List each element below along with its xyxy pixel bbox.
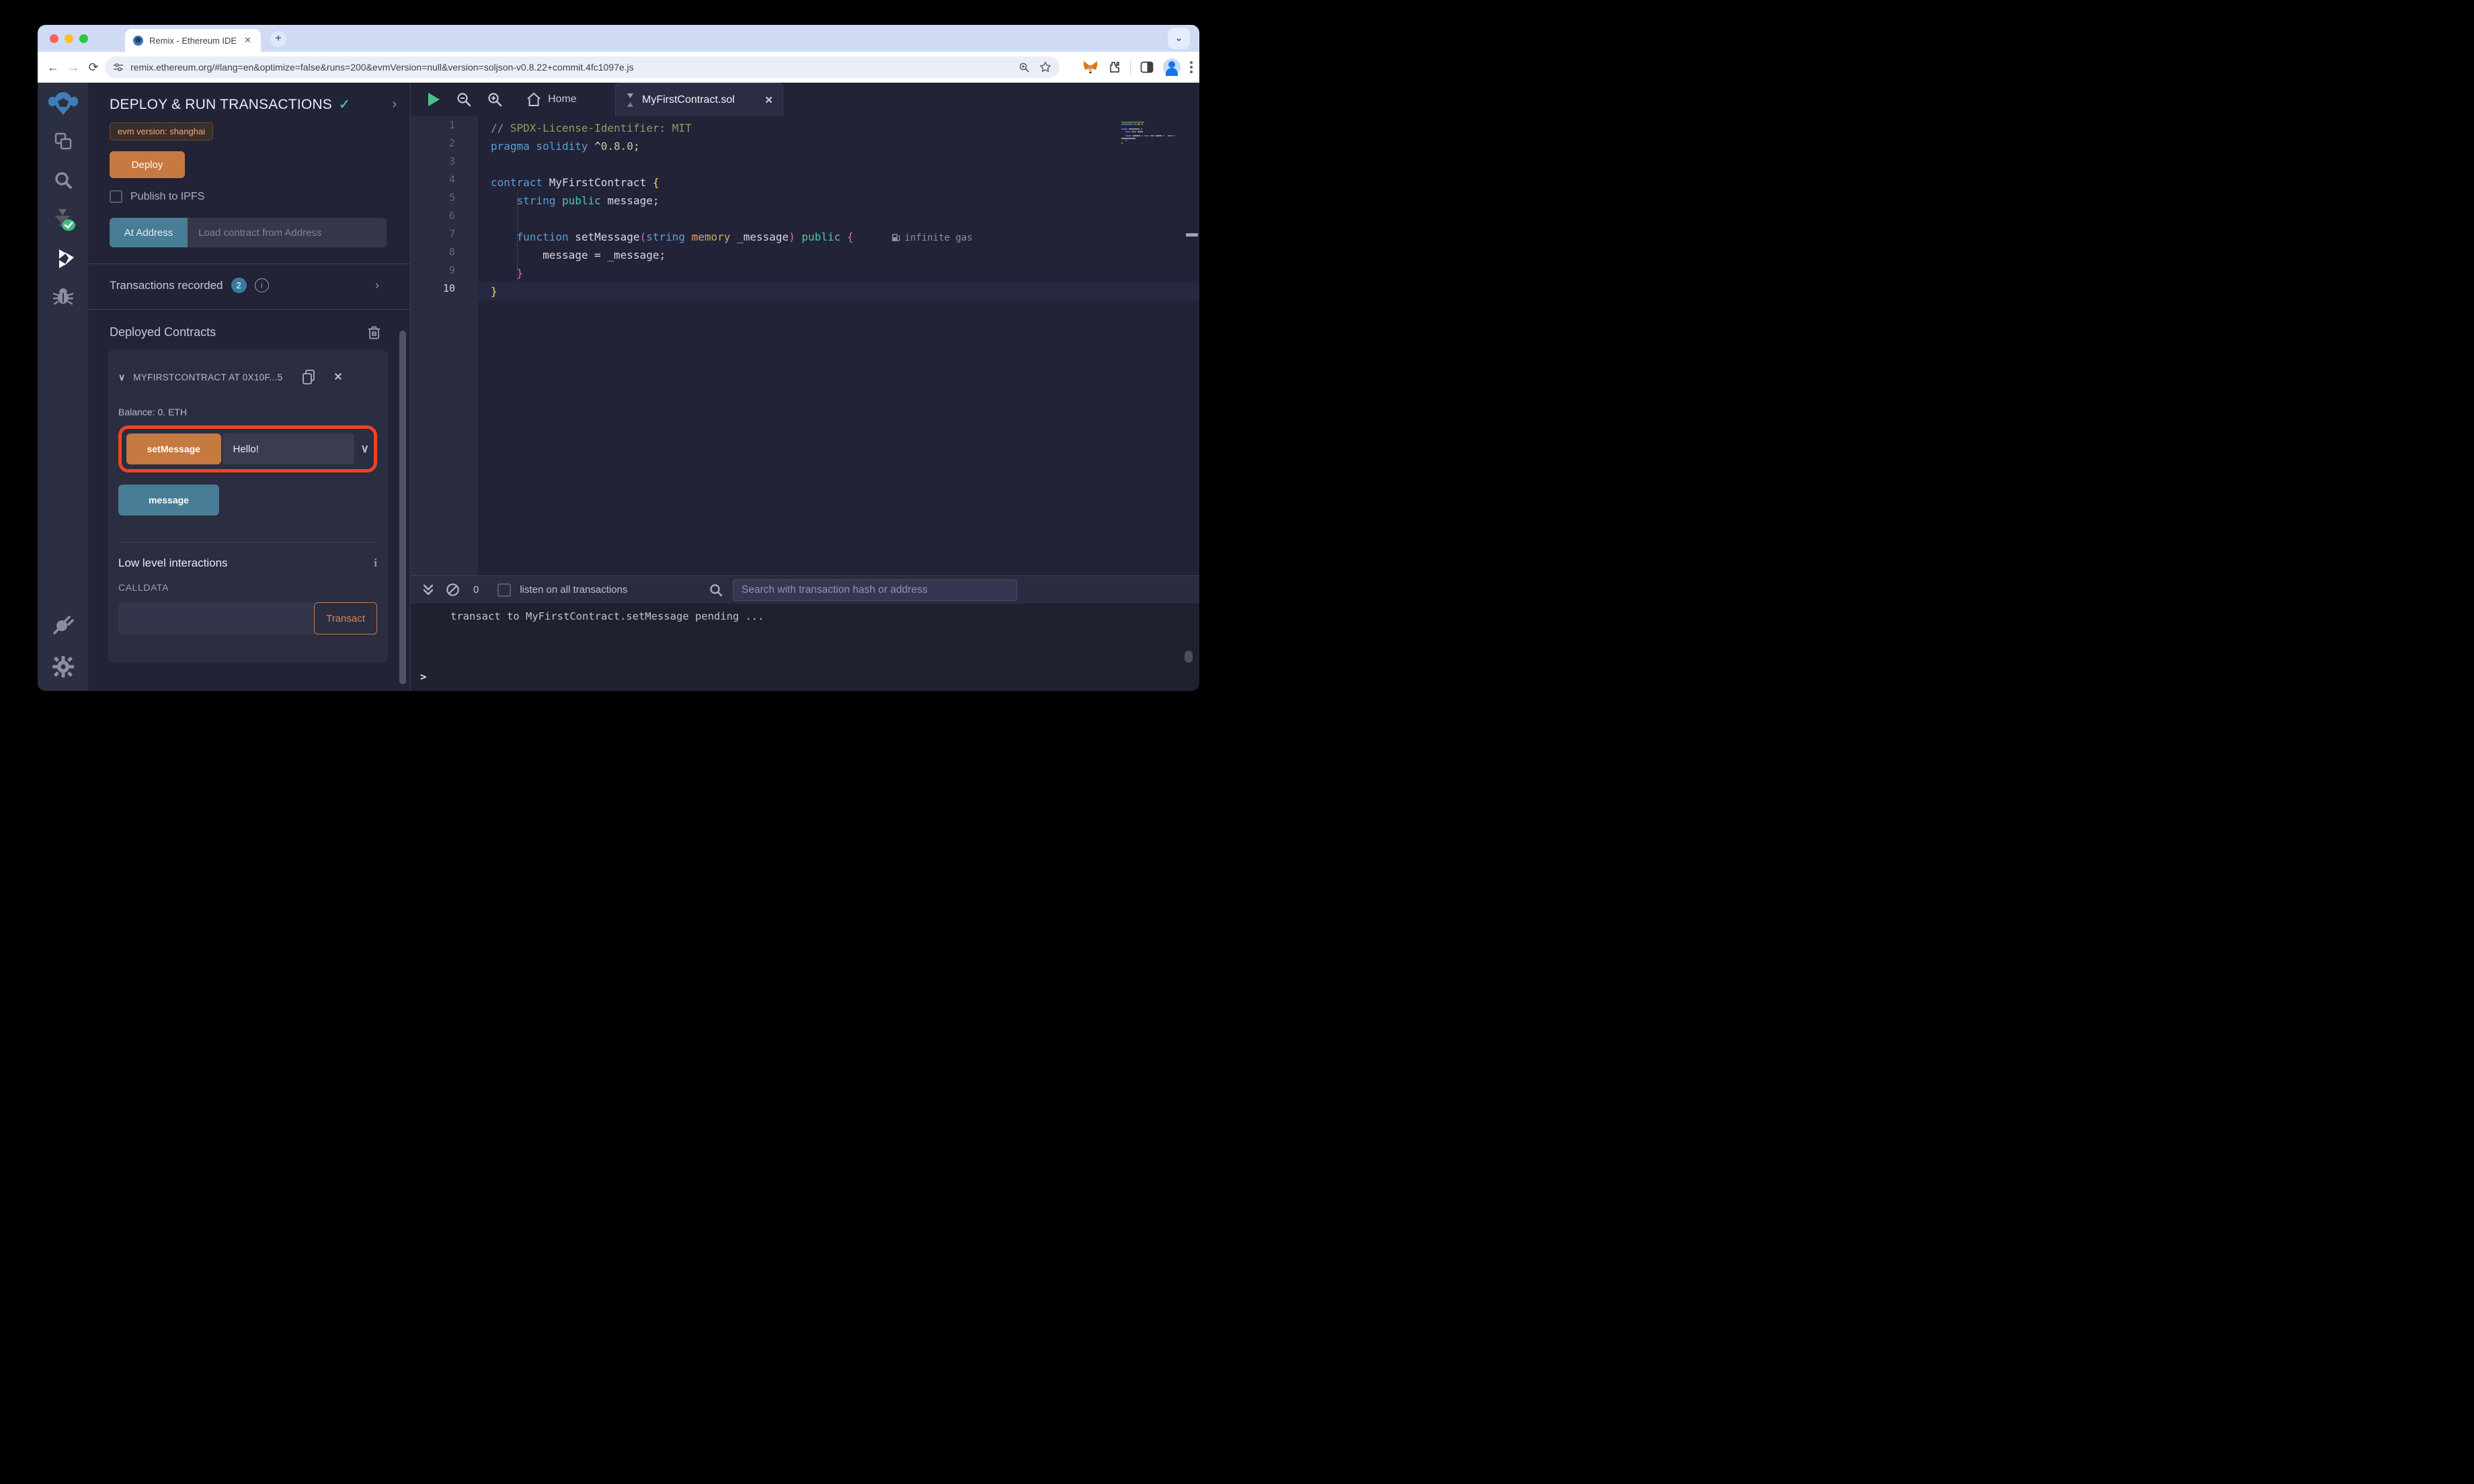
code-editor[interactable]: 1 2 3 4 5 6 7 8 9 10 // SPDX-License-Identifier: … (411, 116, 1199, 575)
at-address-button[interactable]: At Address (110, 218, 188, 247)
url-text[interactable]: remix.ethereum.org/#lang=en&optimize=fal… (130, 62, 1009, 73)
transactions-info-icon[interactable]: i (254, 278, 269, 292)
terminal-log-line: transact to MyFirstContract.setMessage p… (450, 610, 764, 622)
sidebar-item-debugger[interactable] (38, 286, 88, 311)
metamask-extension-icon[interactable] (1083, 60, 1098, 75)
calldata-label: CALLDATA (118, 582, 169, 593)
sidebar-item-deploy-run[interactable] (38, 248, 88, 273)
terminal-search-icon (710, 584, 723, 597)
trash-icon[interactable] (368, 325, 381, 339)
transactions-count-badge: 2 (231, 278, 247, 293)
contract-balance: Balance: 0. ETH (118, 407, 187, 417)
home-tab-label: Home (548, 93, 577, 105)
sidebar-item-solidity-compiler[interactable] (38, 206, 88, 237)
zoom-page-icon[interactable] (1019, 62, 1030, 73)
message-button[interactable]: message (118, 485, 219, 516)
sidebar-item-file-explorer[interactable] (38, 131, 88, 155)
listen-all-checkbox[interactable] (497, 583, 512, 597)
expand-args-chevron-icon[interactable]: ∨ (361, 442, 369, 456)
evm-version-badge: evm version: shanghai (110, 122, 214, 140)
zoom-in-icon[interactable] (487, 92, 502, 107)
address-bar[interactable]: remix.ethereum.org/#lang=en&optimize=fal… (105, 56, 1060, 78)
zoom-out-icon[interactable] (456, 92, 471, 107)
deploy-run-panel: DEPLOY & RUN TRANSACTIONS ✓ › evm versio… (88, 83, 411, 691)
sidebar-item-plugin-manager[interactable] (38, 612, 88, 638)
at-address-input[interactable] (188, 218, 387, 247)
pending-count: 0 (473, 584, 479, 595)
minimize-window-button[interactable] (65, 34, 73, 43)
transact-button[interactable]: Transact (314, 602, 377, 634)
deploy-button[interactable]: Deploy (110, 151, 185, 178)
terminal-scrollbar[interactable] (1185, 651, 1193, 663)
set-message-input[interactable] (222, 434, 354, 464)
remix-favicon (133, 35, 143, 46)
site-settings-icon[interactable] (113, 62, 124, 73)
editor-tabbar: Home MyFirstContract.sol ✕ (411, 83, 1199, 116)
panel-scrollbar[interactable] (399, 331, 406, 684)
solidity-file-icon (627, 93, 633, 107)
panel-expand-chevron-icon[interactable]: › (392, 97, 397, 112)
icon-rail (38, 83, 88, 691)
transactions-recorded-label: Transactions recorded (110, 278, 223, 292)
home-icon (527, 92, 541, 106)
set-message-button[interactable]: setMessage (126, 434, 221, 464)
editor-column: Home MyFirstContract.sol ✕ 1 2 3 4 5 6 7 8 9 10 /… (411, 83, 1199, 691)
side-panel-icon[interactable] (1140, 60, 1154, 74)
low-level-info-icon[interactable]: i (374, 556, 377, 570)
browser-tab[interactable]: Remix - Ethereum IDE ✕ (125, 29, 261, 52)
browser-menu-icon[interactable] (1190, 61, 1193, 73)
remix-logo[interactable] (38, 91, 88, 122)
close-window-button[interactable] (50, 34, 58, 43)
zoom-window-button[interactable] (79, 34, 88, 43)
tab-home[interactable]: Home (526, 92, 577, 107)
browser-toolbar: ← → ⟳ remix.ethereum.org/#lang=en&optimi… (38, 52, 1199, 83)
remove-contract-icon[interactable]: ✕ (333, 370, 342, 384)
window-controls[interactable] (50, 34, 88, 43)
browser-window: Remix - Ethereum IDE ✕ + ⌄ ← → ⟳ remix.e… (38, 25, 1199, 691)
calldata-input[interactable] (118, 602, 314, 634)
deployed-contract-card: ∨ MYFIRSTCONTRACT AT 0X10F...5 ✕ Balance… (108, 350, 388, 663)
card-divider (118, 542, 377, 543)
clear-console-icon[interactable] (446, 583, 460, 597)
extensions-puzzle-icon[interactable] (1107, 60, 1121, 74)
contract-name: MYFIRSTCONTRACT AT 0X10F...5 (133, 372, 283, 382)
publish-ipfs-label: Publish to IPFS (130, 190, 205, 202)
low-level-title: Low level interactions (118, 556, 228, 569)
toolbar-separator (1130, 60, 1131, 75)
set-message-highlight: setMessage ∨ (118, 425, 377, 472)
profile-avatar[interactable] (1163, 58, 1181, 76)
code-lines[interactable]: // SPDX-License-Identifier: MIT pragma so… (478, 116, 1199, 575)
close-tab-icon[interactable]: ✕ (241, 34, 254, 47)
remix-app: DEPLOY & RUN TRANSACTIONS ✓ › evm versio… (38, 83, 1199, 691)
success-check-icon: ✓ (338, 97, 350, 112)
sidebar-item-search[interactable] (38, 170, 88, 194)
gutter-numbers: 1 2 3 4 5 6 7 8 9 10 (411, 116, 478, 575)
listen-all-label: listen on all transactions (520, 584, 628, 595)
file-tab-label: MyFirstContract.sol (642, 93, 735, 106)
transactions-expand-chevron-icon[interactable]: › (375, 278, 379, 292)
panel-title: DEPLOY & RUN TRANSACTIONS (110, 96, 332, 112)
back-icon[interactable]: ← (43, 60, 63, 75)
contract-collapse-chevron-icon[interactable]: ∨ (118, 372, 125, 383)
new-tab-button[interactable]: + (270, 31, 286, 47)
terminal-output[interactable]: transact to MyFirstContract.setMessage p… (411, 604, 1199, 691)
sidebar-item-settings[interactable] (38, 655, 88, 682)
terminal-toolbar: 0 listen on all transactions (411, 575, 1199, 604)
run-script-icon[interactable] (427, 92, 440, 107)
browser-tabstrip: Remix - Ethereum IDE ✕ + ⌄ (38, 25, 1199, 52)
tab-search-chevron-icon[interactable]: ⌄ (1168, 28, 1190, 49)
publish-ipfs-checkbox[interactable] (110, 190, 122, 203)
terminal-search-input[interactable] (733, 579, 1017, 601)
tab-myfirstcontract[interactable]: MyFirstContract.sol ✕ (615, 83, 783, 116)
copy-address-icon[interactable] (301, 369, 316, 385)
terminal-prompt[interactable]: > (420, 671, 426, 683)
deployed-contracts-title: Deployed Contracts (110, 325, 216, 339)
tab-title: Remix - Ethereum IDE (149, 35, 237, 46)
bookmark-star-icon[interactable] (1039, 61, 1051, 73)
close-file-tab-icon[interactable]: ✕ (764, 94, 773, 106)
reload-icon[interactable]: ⟳ (83, 60, 104, 75)
forward-icon[interactable]: → (63, 60, 83, 75)
collapse-terminal-icon[interactable] (423, 584, 434, 596)
